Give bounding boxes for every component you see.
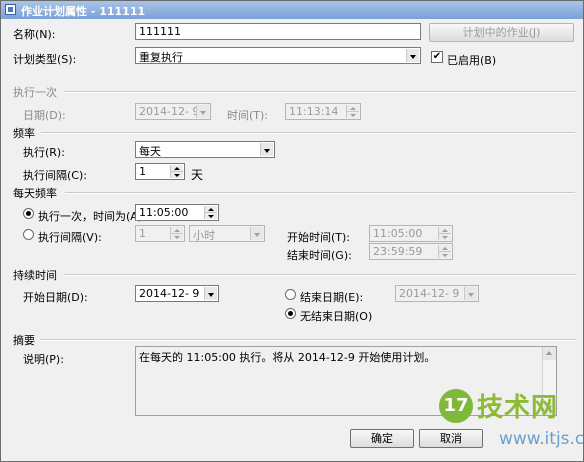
one-time-date-value: 2014-12- 9 xyxy=(139,105,200,118)
once-at-time-value: 11:05:00 xyxy=(139,206,189,219)
recurs-label: 执行间隔(C): xyxy=(23,169,87,182)
no-end-date-label: 无结束日期(O) xyxy=(300,310,373,323)
divider xyxy=(41,132,575,134)
watermark: 17 技术网 www.itjs.cn xyxy=(439,385,584,461)
spinner-icon xyxy=(438,245,451,258)
divider xyxy=(65,91,575,93)
start-date-picker[interactable]: 2014-12- 9 xyxy=(135,285,219,302)
occurs-value: 每天 xyxy=(139,145,161,158)
chevron-down-icon xyxy=(204,287,217,300)
schedule-type-value: 重复执行 xyxy=(139,51,183,64)
chevron-down-icon xyxy=(260,143,273,156)
name-input[interactable]: 111111 xyxy=(135,23,421,40)
occurs-select[interactable]: 每天 xyxy=(135,141,275,158)
spinner-icon xyxy=(170,227,183,240)
occurs-every-input[interactable]: 1 xyxy=(135,225,185,242)
divider xyxy=(65,274,575,276)
end-date-picker[interactable]: 2014-12- 9 xyxy=(395,285,479,302)
once-at-radio[interactable] xyxy=(23,208,34,219)
start-date-value: 2014-12- 9 xyxy=(139,287,200,300)
watermark-url: www.itjs.cn xyxy=(499,429,584,449)
spinner-icon[interactable] xyxy=(170,165,183,178)
chevron-down-icon xyxy=(196,105,209,118)
divider xyxy=(65,192,575,194)
section-summary: 摘要 xyxy=(13,334,35,347)
job-schedule-properties-dialog: 作业计划属性 - 111111 名称(N): 111111 计划中的作业(J) … xyxy=(0,0,584,462)
section-duration: 持续时间 xyxy=(13,269,57,282)
section-daily-frequency: 每天频率 xyxy=(13,187,57,200)
end-time-value: 23:59:59 xyxy=(373,245,423,258)
end-time-label: 结束时间(G): xyxy=(287,249,352,262)
one-time-date-picker[interactable]: 2014-12- 9 xyxy=(135,103,211,120)
spinner-icon[interactable] xyxy=(204,206,217,219)
one-time-time-value: 11:13:14 xyxy=(289,105,339,118)
end-date-label: 结束日期(E): xyxy=(300,291,364,304)
occurs-label: 执行(R): xyxy=(23,146,65,159)
ok-button[interactable]: 确定 xyxy=(350,429,414,448)
recurs-value: 1 xyxy=(139,165,146,178)
recurs-unit: 天 xyxy=(191,168,204,182)
chevron-down-icon xyxy=(250,227,263,240)
spinner-icon xyxy=(346,105,359,118)
end-date-value: 2014-12- 9 xyxy=(399,287,460,300)
watermark-logo: 17 xyxy=(439,389,473,423)
end-date-radio[interactable] xyxy=(285,289,296,300)
jobs-in-schedule-button[interactable]: 计划中的作业(J) xyxy=(429,23,574,42)
spinner-icon xyxy=(438,227,451,240)
window-title: 作业计划属性 - 111111 xyxy=(21,5,146,18)
once-at-label: 执行一次，时间为(A): xyxy=(38,210,146,223)
chevron-down-icon xyxy=(406,49,419,62)
title-bar: 作业计划属性 - 111111 xyxy=(1,1,583,19)
start-time-input[interactable]: 11:05:00 xyxy=(369,225,453,242)
start-date-label: 开始日期(D): xyxy=(23,291,88,304)
one-time-time-label: 时间(T): xyxy=(227,109,269,122)
enabled-label: 已启用(B) xyxy=(447,54,497,67)
one-time-time-input[interactable]: 11:13:14 xyxy=(285,103,361,120)
description-text: 在每天的 11:05:00 执行。将从 2014-12-9 开始使用计划。 xyxy=(139,351,436,364)
end-time-input[interactable]: 23:59:59 xyxy=(369,243,453,260)
watermark-text: 技术网 xyxy=(477,393,559,423)
section-one-time: 执行一次 xyxy=(13,86,57,99)
recurs-every-input[interactable]: 1 xyxy=(135,163,185,180)
enabled-checkbox[interactable]: ✔ xyxy=(431,51,443,63)
occurs-every-unit-value: 小时 xyxy=(193,229,215,242)
name-label: 名称(N): xyxy=(13,28,56,41)
once-at-time-input[interactable]: 11:05:00 xyxy=(135,204,219,221)
occurs-every-unit-select[interactable]: 小时 xyxy=(189,225,265,242)
window-icon xyxy=(5,4,16,15)
occurs-every-value: 1 xyxy=(139,227,146,240)
no-end-date-radio[interactable] xyxy=(285,308,296,319)
divider xyxy=(41,339,575,341)
section-frequency: 频率 xyxy=(13,127,35,140)
schedule-type-select[interactable]: 重复执行 xyxy=(135,47,421,64)
description-label: 说明(P): xyxy=(23,353,64,366)
schedule-type-label: 计划类型(S): xyxy=(13,53,77,66)
one-time-date-label: 日期(D): xyxy=(23,109,66,122)
start-time-label: 开始时间(T): xyxy=(287,231,351,244)
start-time-value: 11:05:00 xyxy=(373,227,423,240)
occurs-every-label: 执行间隔(V): xyxy=(38,231,102,244)
occurs-every-radio[interactable] xyxy=(23,229,34,240)
chevron-down-icon xyxy=(464,287,477,300)
